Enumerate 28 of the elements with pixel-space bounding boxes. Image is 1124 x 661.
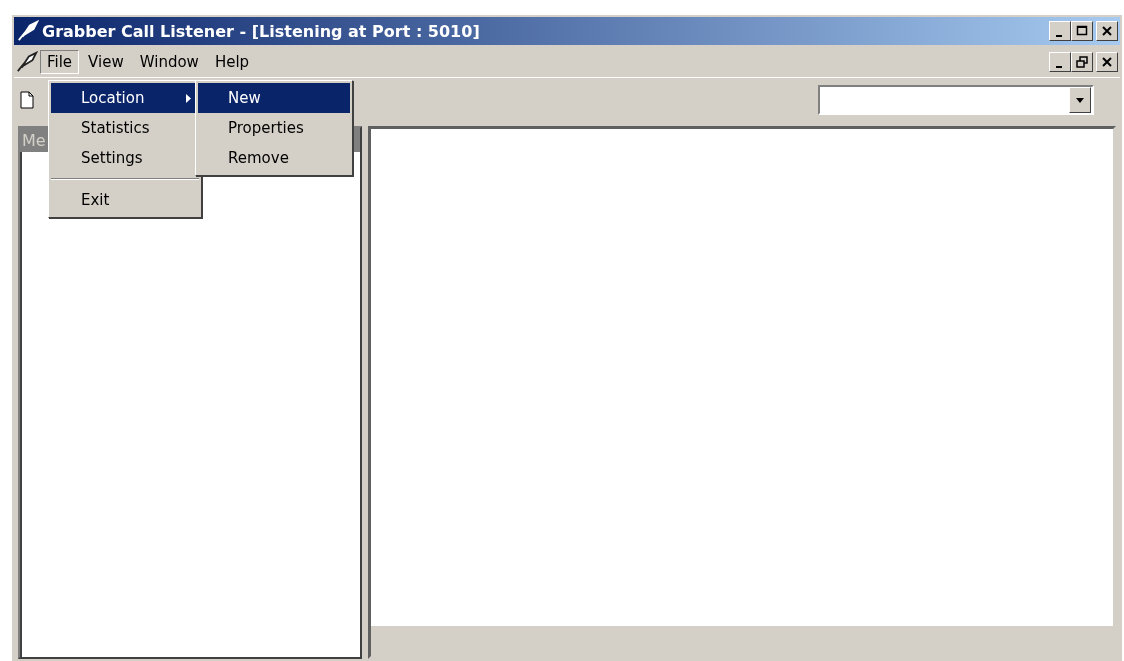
menu-entry[interactable]: Statistics <box>51 113 199 143</box>
restore-button[interactable] <box>1071 52 1093 72</box>
close-icon <box>1101 25 1113 37</box>
restore-icon <box>1076 56 1088 68</box>
menu-entry[interactable]: Settings <box>51 143 199 173</box>
menu-item[interactable]: Window <box>132 50 206 74</box>
menu-entry[interactable]: New <box>198 83 350 113</box>
close-button[interactable] <box>1096 21 1118 41</box>
dropdown-arrow-icon <box>1076 97 1084 103</box>
minimize-icon <box>1055 34 1062 37</box>
menu-entry[interactable]: Exit <box>51 185 199 215</box>
new-document-icon[interactable] <box>20 91 34 109</box>
minimize-icon <box>1055 65 1062 68</box>
menu-item[interactable]: View <box>81 50 131 74</box>
maximize-icon <box>1076 25 1088 37</box>
maximize-button[interactable] <box>1071 21 1093 41</box>
panel-title: Me <box>22 130 46 150</box>
close-icon <box>1101 56 1113 68</box>
close-button[interactable] <box>1096 52 1118 72</box>
menu-item[interactable]: Help <box>207 50 257 74</box>
dropdown-field[interactable] <box>818 85 1094 115</box>
menu-entry[interactable]: Remove <box>198 143 350 173</box>
minimize-button[interactable] <box>1049 52 1071 72</box>
menu-item[interactable]: File <box>40 50 80 74</box>
menu-entry[interactable]: Properties <box>198 113 350 143</box>
submenu-arrow-icon <box>186 93 191 103</box>
window-title: Grabber Call Listener - [Listening at Port : 5010] <box>42 21 480 41</box>
minimize-button[interactable] <box>1049 21 1071 41</box>
